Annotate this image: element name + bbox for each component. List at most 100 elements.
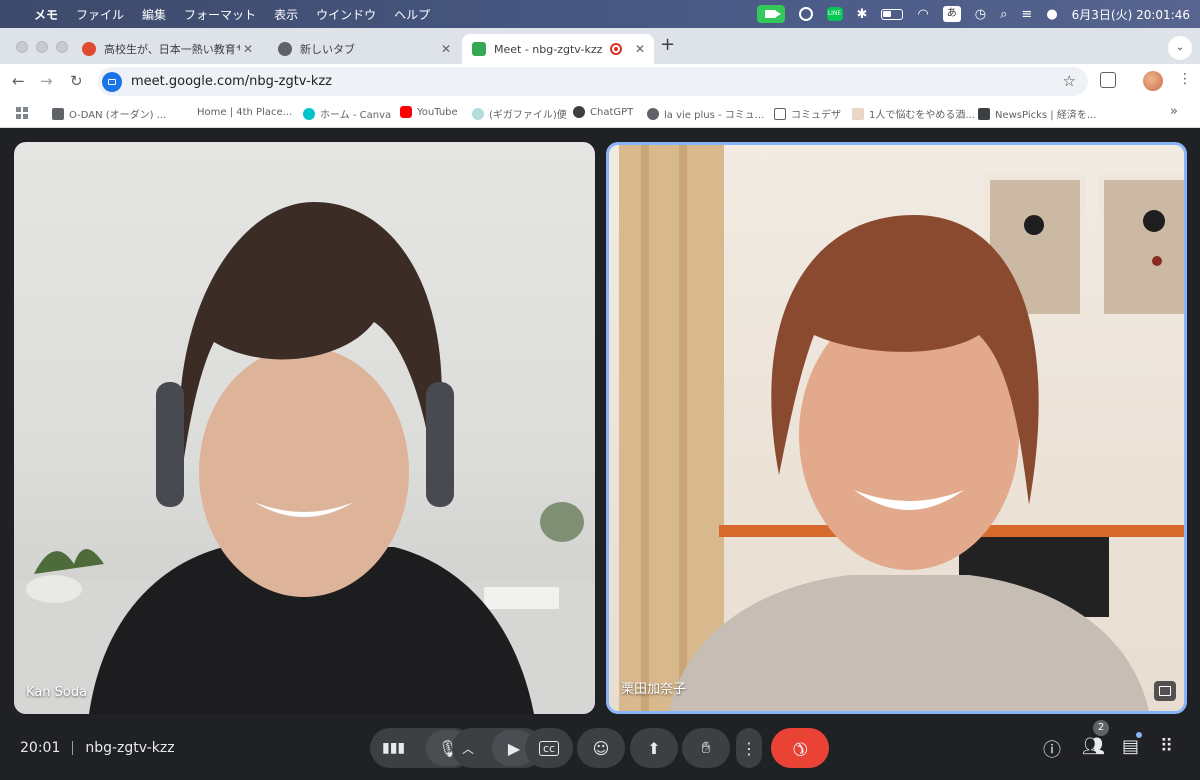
bookmark-label: ホーム - Canva — [320, 110, 392, 121]
menu-file[interactable]: ファイル — [76, 6, 124, 23]
url-text[interactable]: meet.google.com/nbg-zgtv-kzz — [131, 74, 332, 89]
chat-unread-dot — [1136, 732, 1142, 738]
more-icon: ⋮ — [741, 738, 757, 758]
input-source-icon[interactable]: あ — [942, 6, 961, 22]
bookmark-item[interactable]: la vie plus - コミュ... — [647, 106, 764, 121]
close-window-button[interactable] — [16, 41, 28, 53]
forward-icon[interactable]: → — [40, 72, 53, 90]
tab-title: Meet - nbg-zgtv-kzz — [494, 42, 603, 56]
address-bar[interactable]: meet.google.com/nbg-zgtv-kzz ☆ — [98, 67, 1088, 96]
extensions-icon[interactable] — [1100, 72, 1116, 88]
participant-video — [619, 145, 1184, 711]
more-options-button[interactable]: ⋮ — [736, 728, 762, 768]
tab-title: 新しいタブ — [300, 43, 355, 56]
site-info-icon[interactable] — [102, 71, 122, 92]
bookmark-favicon-icon — [647, 107, 659, 120]
chat-icon[interactable]: ▤ — [1122, 736, 1139, 757]
bookmark-item[interactable]: O-DAN (オーダン) ... — [52, 106, 166, 121]
control-center-icon[interactable]: ≡ — [1021, 7, 1032, 22]
bookmark-label: ChatGPT — [590, 106, 634, 118]
participant-tile[interactable]: Kan Soda — [14, 142, 595, 714]
app-menu[interactable]: メモ — [34, 6, 58, 23]
chrome-icon — [278, 42, 292, 56]
new-tab-button[interactable]: + — [660, 34, 675, 55]
bookmark-favicon-icon — [180, 106, 192, 118]
profile-avatar[interactable] — [1143, 71, 1163, 91]
people-count-badge: 2 — [1093, 720, 1109, 736]
bookmark-item[interactable]: NewsPicks | 経済を... — [978, 106, 1096, 121]
bookmark-folder[interactable]: コミュデザ — [774, 106, 841, 121]
hangup-icon: ✆ — [787, 735, 813, 761]
bookmark-label: YouTube — [417, 106, 458, 118]
bookmark-label: la vie plus - コミュ... — [664, 110, 765, 121]
time-machine-icon[interactable]: ◷ — [975, 7, 986, 22]
battery-icon[interactable] — [881, 8, 904, 20]
focus-icon[interactable] — [798, 7, 813, 21]
tab-search-chevron-icon[interactable]: ⌄ — [1168, 36, 1192, 60]
macos-menubar: メモ ファイル 編集 フォーマット 表示 ウインドウ ヘルプ LINE ✱ ◠ … — [0, 0, 1200, 28]
present-button[interactable]: ⬆ — [630, 728, 678, 768]
raise-hand-icon: ✋︎ — [701, 738, 711, 757]
bookmark-label: NewsPicks | 経済を... — [995, 110, 1097, 121]
tab-summit[interactable]: 高校生が、日本一熱い教育サミッ ✕ — [72, 34, 262, 64]
line-icon[interactable]: LINE — [826, 7, 843, 21]
bookmark-item[interactable]: (ギガファイル)便 — [472, 106, 567, 121]
participant-tile-speaking[interactable]: 栗田加奈子 — [606, 142, 1187, 714]
menu-edit[interactable]: 編集 — [142, 6, 166, 23]
menu-view[interactable]: 表示 — [274, 6, 298, 23]
pin-expand-icon[interactable] — [1154, 681, 1176, 701]
youtube-icon — [400, 106, 412, 118]
close-tab-icon[interactable]: ✕ — [240, 42, 256, 56]
menu-help[interactable]: ヘルプ — [394, 6, 430, 23]
apps-grid-icon[interactable] — [16, 107, 28, 119]
activities-icon[interactable]: ⠿ — [1160, 736, 1173, 757]
bookmarks-overflow-icon[interactable]: » — [1170, 104, 1178, 119]
raise-hand-button[interactable]: ✋︎ — [682, 728, 730, 768]
close-tab-icon[interactable]: ✕ — [632, 42, 648, 56]
bookmark-item[interactable]: ChatGPT — [573, 106, 633, 118]
meeting-controls: ▮▮▮ 🎙︎ ︿ ▶︎ cc ☺ ⬆ ✋︎ ⋮ ✆ — [0, 728, 1200, 768]
folder-icon — [774, 107, 786, 120]
emoji-icon: ☺ — [592, 738, 610, 758]
close-tab-icon[interactable]: ✕ — [438, 42, 454, 56]
siri-icon[interactable]: ● — [1046, 7, 1057, 22]
people-icon[interactable]: 👥︎ — [1082, 736, 1105, 757]
minimize-window-button[interactable] — [36, 41, 48, 53]
bookmark-label: コミュデザ — [791, 110, 841, 121]
captions-button[interactable]: cc — [525, 728, 573, 768]
facetime-icon[interactable] — [756, 5, 785, 23]
bookmark-star-icon[interactable]: ☆ — [1063, 72, 1076, 90]
bookmark-item[interactable]: Home | 4th Place... — [180, 106, 292, 118]
bookmark-favicon-icon — [472, 107, 484, 120]
meet-stage: Kan Soda 栗田加奈子 20:01 nbg-zgtv-kzz ▮▮▮ 🎙︎… — [0, 128, 1200, 780]
status-area: LINE ✱ ◠ あ ◷ ⌕ ≡ ● 6月3日(火) 20:01:46 — [756, 0, 1190, 28]
tab-new[interactable]: 新しいタブ ✕ — [268, 34, 460, 64]
tab-meet[interactable]: Meet - nbg-zgtv-kzz ✕ — [462, 34, 654, 64]
bookmark-item[interactable]: ホーム - Canva — [303, 106, 391, 121]
menu-format[interactable]: フォーマット — [184, 6, 256, 23]
bookmark-item[interactable]: YouTube — [400, 106, 458, 118]
info-icon[interactable]: ⓘ — [1043, 736, 1061, 762]
bookmarks-bar: O-DAN (オーダン) ... Home | 4th Place... ホーム… — [0, 99, 1200, 128]
maximize-window-button[interactable] — [56, 41, 68, 53]
meet-favicon-icon — [472, 42, 486, 56]
window-controls — [16, 41, 68, 53]
participant-name: 栗田加奈子 — [621, 682, 687, 697]
camera-options-chevron-icon[interactable]: ︿ — [462, 740, 474, 757]
bluetooth-icon[interactable]: ✱ — [857, 7, 868, 22]
browser-menu-icon[interactable]: ⋮ — [1178, 71, 1192, 87]
tab-title: 高校生が、日本一熱い教育サミッ — [104, 43, 240, 56]
emoji-button[interactable]: ☺ — [577, 728, 625, 768]
hangup-button[interactable]: ✆ — [771, 728, 829, 768]
present-icon: ⬆ — [647, 738, 661, 758]
back-icon[interactable]: ← — [12, 72, 25, 90]
bookmark-favicon-icon — [52, 107, 64, 120]
reload-icon[interactable]: ↻ — [70, 72, 83, 90]
menubar-clock[interactable]: 6月3日(火) 20:01:46 — [1072, 6, 1190, 23]
wifi-icon[interactable]: ◠ — [917, 7, 928, 22]
captions-icon: cc — [538, 740, 560, 756]
bookmark-item[interactable]: 1人で悩むをやめる酒... — [852, 106, 975, 121]
chatgpt-icon — [573, 106, 585, 118]
search-icon[interactable]: ⌕ — [1000, 7, 1007, 22]
menu-window[interactable]: ウインドウ — [316, 6, 376, 23]
